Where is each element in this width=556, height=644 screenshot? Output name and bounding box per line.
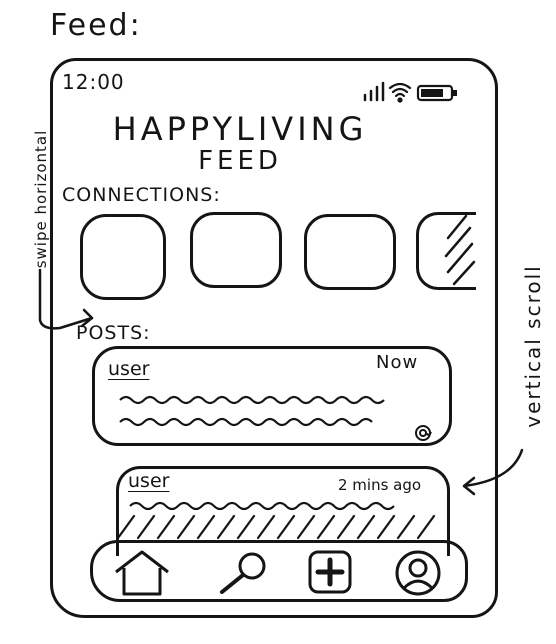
scroll-arrow-icon [462, 448, 524, 496]
annotation-arrows [38, 268, 524, 496]
swipe-arrow-icon [38, 268, 94, 330]
